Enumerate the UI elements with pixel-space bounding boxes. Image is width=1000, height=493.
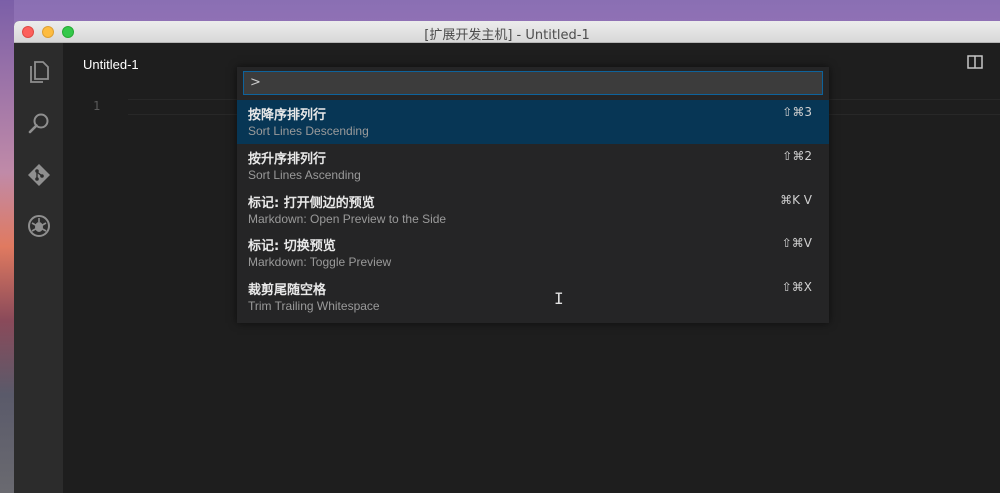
palette-item-label: 标记: 切换预览: [248, 239, 336, 254]
palette-item-label: 按降序排列行: [248, 108, 327, 123]
command-palette-input[interactable]: >: [243, 71, 823, 95]
vscode-window: [扩展开发主机] - Untitled-1 Untitled-1 ⋮ 1 > 按…: [14, 21, 1000, 493]
command-palette: > 按降序排列行 Sort Lines Descending ⇧⌘3 按升序排列…: [237, 67, 829, 323]
palette-item[interactable]: 按升序排列行 Sort Lines Ascending ⇧⌘2: [237, 144, 829, 188]
window-title: [扩展开发主机] - Untitled-1: [424, 28, 590, 43]
palette-item-keybinding: ⌘K V: [780, 193, 812, 207]
search-icon[interactable]: [26, 111, 52, 137]
palette-item-keybinding: ⇧⌘3: [782, 105, 812, 119]
tab-untitled-1[interactable]: Untitled-1: [83, 57, 139, 72]
line-number: 1: [93, 99, 101, 113]
palette-item[interactable]: 按降序排列行 Sort Lines Descending ⇧⌘3: [237, 100, 829, 144]
more-icon[interactable]: ⋮: [995, 53, 1000, 70]
files-icon[interactable]: [26, 59, 52, 85]
split-editor-icon[interactable]: [967, 55, 983, 69]
palette-item-detail: Sort Lines Ascending: [248, 168, 361, 182]
palette-item-keybinding: ⇧⌘2: [782, 149, 812, 163]
title-bar: [扩展开发主机] - Untitled-1: [14, 21, 1000, 43]
palette-item-detail: Sort Lines Descending: [248, 124, 369, 138]
palette-item-detail: Markdown: Toggle Preview: [248, 255, 392, 269]
palette-item[interactable]: 裁剪尾随空格 Trim Trailing Whitespace ⇧⌘X: [237, 275, 829, 319]
palette-item[interactable]: 标记: 切换预览 Markdown: Toggle Preview ⇧⌘V: [237, 231, 829, 275]
mouse-cursor-icon: I: [554, 289, 564, 308]
debug-icon[interactable]: [26, 213, 52, 239]
desktop-background: [0, 0, 14, 493]
palette-item-keybinding: ⇧⌘V: [781, 236, 812, 250]
palette-item-keybinding: ⇧⌘X: [781, 280, 812, 294]
palette-item-label: 标记: 打开侧边的预览: [248, 196, 375, 211]
palette-item[interactable]: 标记: 打开侧边的预览 Markdown: Open Preview to th…: [237, 188, 829, 232]
git-icon[interactable]: [26, 162, 52, 188]
palette-item-label: 按升序排列行: [248, 152, 327, 167]
palette-item-detail: Trim Trailing Whitespace: [248, 299, 380, 313]
palette-item-detail: Markdown: Open Preview to the Side: [248, 212, 447, 226]
palette-item-label: 裁剪尾随空格: [248, 283, 327, 298]
activity-bar: [14, 43, 63, 493]
